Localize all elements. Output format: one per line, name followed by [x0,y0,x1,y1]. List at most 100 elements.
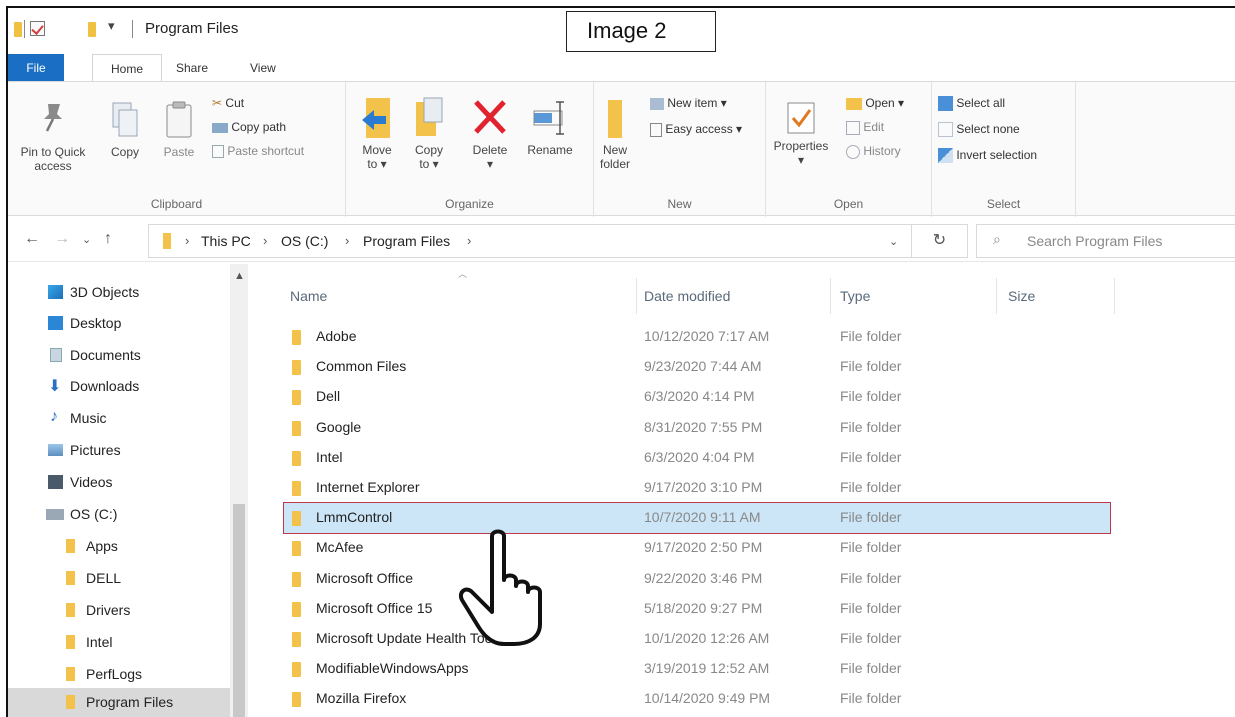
nav-item-apps[interactable]: Apps [8,532,230,562]
breadcrumb-separator: › [263,233,268,248]
nav-item-music[interactable]: ♪ Music [8,404,230,434]
table-row[interactable]: Intel 6/3/2020 4:04 PM File folder [284,443,1110,473]
nav-item-drivers[interactable]: Drivers [8,596,230,626]
new-folder-quick-access-icon[interactable] [88,22,96,37]
table-row[interactable]: Internet Explorer 9/17/2020 3:10 PM File f… [284,473,1110,503]
clipboard-group-label: Clipboard [150,197,203,211]
column-divider[interactable] [1114,278,1115,314]
table-row[interactable]: Google 8/31/2020 7:55 PM File folder [284,413,1110,443]
table-row[interactable]: Adobe 10/12/2020 7:17 AM File folder [284,322,1110,352]
pin-icon [44,104,62,132]
search-input[interactable]: ⌕ Search Program Files [976,224,1235,258]
nav-item-perflogs[interactable]: PerfLogs [8,660,230,690]
nav-item-label: Drivers [86,602,131,618]
copy-path-button[interactable]: Copy path [212,120,286,134]
file-type: File folder [840,418,902,435]
nav-item-documents[interactable]: Documents [8,341,230,371]
paste-shortcut-button[interactable]: Paste shortcut [212,144,304,159]
properties-quick-access-icon[interactable] [30,21,45,36]
new-folder-button[interactable]: New folder [594,98,636,171]
folder-icon [292,390,301,406]
folder-icon [292,481,301,496]
easy-access-button[interactable]: Easy access ▾ [650,122,742,137]
breadcrumb-this-pc[interactable]: This PC [201,233,251,249]
rename-icon [533,101,564,135]
column-divider[interactable] [830,278,831,314]
3d-objects-icon [48,285,63,299]
nav-item-downloads[interactable]: ⬇ Downloads [8,372,230,402]
select-none-label: Select none [956,122,1020,136]
nav-item-desktop[interactable]: Desktop [8,309,230,339]
properties-button[interactable]: Properties ▾ [770,100,832,167]
pin-to-quick-access-button[interactable]: Pin to Quick access [10,100,96,173]
select-none-button[interactable]: Select none [938,122,1020,138]
folder-icon [66,603,75,617]
nav-item-label: Program Files [86,694,174,710]
address-input[interactable]: › This PC › OS (C:) › Program Files › ⌄ [148,224,912,258]
back-arrow-icon[interactable]: ← [24,230,40,248]
refresh-button[interactable]: ↻ [912,224,968,258]
nav-item-3d-objects[interactable]: 3D Objects [8,278,230,308]
tab-home[interactable]: Home [92,54,162,82]
nav-item-dell[interactable]: DELL [8,564,230,594]
folder-icon [292,571,301,587]
open-button[interactable]: Open ▾ [846,96,904,110]
nav-item-label: Pictures [70,442,121,458]
date-modified: 6/3/2020 4:04 PM [644,448,755,465]
open-folder-icon [846,97,862,110]
up-arrow-icon[interactable]: ↑ [104,230,112,248]
cut-button[interactable]: ✂ Cut [212,96,244,110]
column-divider[interactable] [636,278,637,314]
organize-group-label: Organize [445,197,494,211]
copy-button[interactable]: Copy [102,100,148,159]
move-to-button[interactable]: Move to ▾ [354,96,400,171]
column-header-name[interactable]: Name [290,288,327,304]
table-row[interactable]: Microsoft Office 9/22/2020 3:46 PM File fo… [284,564,1110,594]
paste-button[interactable]: Paste [156,100,202,159]
scroll-up-arrow-icon[interactable]: ▲ [234,270,245,282]
customize-quick-access-icon[interactable]: ▾ [108,18,115,34]
nav-item-os-c[interactable]: OS (C:) [8,500,230,530]
select-all-button[interactable]: Select all [938,96,1005,112]
edit-button[interactable]: Edit [846,120,884,135]
invert-selection-button[interactable]: Invert selection [938,148,1037,164]
table-row[interactable]: Common Files 9/23/2020 7:44 AM File folder [284,352,1110,382]
tab-file[interactable]: File [8,54,64,82]
column-header-date-modified[interactable]: Date modified [644,288,730,304]
nav-item-program-files[interactable]: Program Files [8,688,230,717]
breadcrumb-program-files[interactable]: Program Files [363,233,450,249]
table-row[interactable]: Microsoft Office 15 5/18/2020 9:27 PM File… [284,594,1110,624]
file-type: File folder [840,630,902,646]
nav-scrollbar-thumb[interactable] [233,504,245,717]
open-group-label: Open [833,197,864,211]
address-dropdown-chevron-icon[interactable]: ⌄ [889,235,898,248]
tab-share[interactable]: Share [166,54,218,82]
delete-button[interactable]: Delete ▾ [464,96,516,171]
open-group: Properties ▾ Open ▾ Edit History Open [766,82,932,217]
downloads-arrow-icon: ⬇ [48,378,62,395]
new-item-button[interactable]: New item ▾ [650,96,727,110]
folder-icon [66,695,75,709]
history-button[interactable]: History [846,144,901,159]
nav-item-pictures[interactable]: Pictures [8,436,230,466]
forward-arrow-icon[interactable]: → [54,230,70,248]
table-row[interactable]: Mozilla Firefox 10/14/2020 9:49 PM File fo… [284,684,1110,714]
nav-item-intel[interactable]: Intel [8,628,230,658]
tab-view[interactable]: View [240,54,286,82]
table-row[interactable]: Dell 6/3/2020 4:14 PM File folder [284,382,1110,412]
column-divider[interactable] [996,278,997,314]
copy-to-button[interactable]: Copy to ▾ [406,96,452,171]
folder-icon [292,541,301,557]
recent-locations-chevron-icon[interactable]: ⌄ [82,233,91,246]
date-modified: 5/18/2020 9:27 PM [644,599,763,616]
table-row[interactable]: ModifiableWindowsApps 3/19/2019 12:52 AM F… [284,654,1110,684]
table-row[interactable]: LmmControl 10/7/2020 9:11 AM File folder [283,502,1111,535]
nav-item-videos[interactable]: Videos [8,468,230,498]
rename-button[interactable]: Rename [522,96,578,157]
table-row[interactable]: Microsoft Update Health Tools 10/1/2020 1… [284,624,1110,654]
table-row[interactable]: McAfee 9/17/2020 2:50 PM File folder [284,533,1110,563]
column-header-type[interactable]: Type [840,288,870,304]
column-header-size[interactable]: Size [1008,288,1035,304]
move-to-icon [362,98,390,138]
breadcrumb-os-c[interactable]: OS (C:) [281,233,328,249]
